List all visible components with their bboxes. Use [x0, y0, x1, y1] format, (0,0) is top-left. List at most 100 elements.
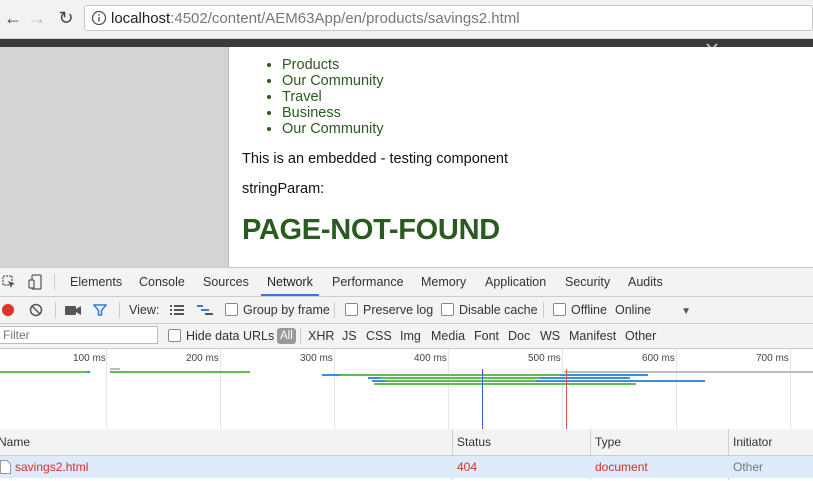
tab-sources[interactable]: Sources [197, 268, 255, 296]
separator [300, 328, 301, 344]
timeline-bar [386, 380, 536, 382]
timeline-gridline [790, 349, 791, 429]
page-heading: PAGE-NOT-FOUND [242, 214, 500, 246]
back-icon[interactable]: ← [2, 7, 24, 29]
request-type: document [595, 460, 648, 474]
tab-audits[interactable]: Audits [622, 268, 669, 296]
filter-type-other[interactable]: Other [625, 324, 656, 348]
filter-type-js[interactable]: JS [342, 324, 357, 348]
browser-toolbar: ← → ↻ localhost:4502/content/AEM63App/en… [0, 0, 813, 39]
camera-icon[interactable] [65, 305, 81, 316]
group-by-frame-label: Group by frame [243, 303, 330, 317]
load-event-marker [566, 369, 567, 429]
nav-item-travel[interactable]: Travel [282, 89, 384, 105]
devtools-panel: Elements Console Sources Network Perform… [0, 267, 813, 481]
nav-item-business[interactable]: Business [282, 105, 384, 121]
separator [54, 274, 55, 290]
filter-type-font[interactable]: Font [474, 324, 499, 348]
timeline-bar [87, 371, 90, 373]
hide-data-urls-checkbox[interactable]: Hide data URLs [168, 324, 274, 348]
filter-type-manifest[interactable]: Manifest [569, 324, 616, 348]
url-path: :4502/content/AEM63App/en/products/savin… [170, 10, 520, 27]
tick-label: 700 ms [756, 353, 789, 364]
nav-item-our-community-2[interactable]: Our Community [282, 121, 384, 137]
tab-performance[interactable]: Performance [326, 268, 410, 296]
filter-type-xhr[interactable]: XHR [308, 324, 334, 348]
timeline-gridline [334, 349, 335, 429]
timeline-gridline [220, 349, 221, 429]
tab-application[interactable]: Application [479, 268, 552, 296]
preserve-log-checkbox[interactable]: Preserve log [345, 297, 433, 323]
timeline-bar [564, 371, 813, 373]
filter-type-media[interactable]: Media [431, 324, 465, 348]
timeline-bar [110, 368, 120, 370]
timeline-bar [340, 374, 560, 376]
url-host: localhost [111, 10, 171, 27]
filter-icon[interactable] [93, 303, 107, 317]
group-by-frame-checkbox[interactable]: Group by frame [225, 297, 330, 323]
separator [543, 302, 544, 318]
inspect-element-icon[interactable] [2, 275, 16, 289]
request-table-header: Name Status Type Initiator [0, 429, 813, 456]
dom-content-loaded-marker [482, 369, 483, 429]
waterfall-icon[interactable] [197, 305, 213, 315]
column-type[interactable]: Type [595, 429, 621, 455]
request-name[interactable]: savings2.html [15, 456, 88, 478]
column-status[interactable]: Status [457, 429, 491, 455]
request-status: 404 [457, 460, 478, 474]
timeline-gridline [106, 349, 107, 429]
forward-icon[interactable]: → [26, 7, 48, 29]
view-label: View: [129, 303, 160, 317]
filter-type-doc[interactable]: Doc [508, 324, 530, 348]
column-name[interactable]: Name [0, 429, 30, 455]
timeline-bar [0, 371, 88, 373]
nav-item-products[interactable]: Products [282, 57, 384, 73]
tab-console[interactable]: Console [133, 268, 191, 296]
offline-checkbox[interactable]: Offline [553, 297, 607, 323]
tick-label: 500 ms [528, 353, 561, 364]
url-text[interactable]: localhost:4502/content/AEM63App/en/produ… [111, 10, 520, 27]
separator [55, 302, 56, 318]
tick-label: 300 ms [300, 353, 333, 364]
network-toolbar: View: Group by frame Preserve log Disabl… [0, 297, 813, 324]
device-toggle-icon[interactable] [28, 274, 42, 290]
address-bar[interactable]: localhost:4502/content/AEM63App/en/produ… [84, 5, 813, 31]
reload-icon[interactable]: ↻ [55, 7, 77, 29]
left-gutter [0, 47, 229, 267]
dropdown-arrow-icon: ▼ [681, 306, 692, 317]
tab-security[interactable]: Security [559, 268, 616, 296]
large-rows-icon[interactable] [170, 305, 184, 315]
record-icon[interactable] [1, 303, 15, 317]
string-param-label: stringParam: [242, 181, 325, 197]
tab-memory[interactable]: Memory [415, 268, 472, 296]
separator [334, 302, 335, 318]
throttle-select[interactable]: Online ▼ [615, 297, 691, 323]
filter-type-css[interactable]: CSS [366, 324, 392, 348]
page-content: Products Our Community Travel Business O… [229, 47, 813, 267]
tab-network[interactable]: Network [261, 268, 319, 296]
filter-type-all[interactable]: All [277, 328, 296, 344]
network-overview-timeline[interactable]: 100 ms 200 ms 300 ms 400 ms 500 ms 600 m… [0, 349, 813, 430]
devtools-tabbar: Elements Console Sources Network Perform… [0, 268, 813, 297]
nav-item-our-community[interactable]: Our Community [282, 73, 384, 89]
table-row[interactable]: savings2.html 404 document Other [0, 456, 813, 478]
timeline-bar [110, 371, 250, 373]
filter-input[interactable] [0, 326, 158, 344]
info-icon[interactable] [91, 10, 107, 26]
document-icon [0, 460, 11, 474]
tab-elements[interactable]: Elements [64, 268, 128, 296]
timeline-gridline [676, 349, 677, 429]
timeline-gridline [448, 349, 449, 429]
hide-data-urls-label: Hide data URLs [186, 329, 275, 343]
filter-type-ws[interactable]: WS [540, 324, 560, 348]
separator [119, 302, 120, 318]
disable-cache-checkbox[interactable]: Disable cache [441, 297, 538, 323]
filter-bar: Hide data URLs All XHR JS CSS Img Media … [0, 324, 813, 349]
tick-label: 200 ms [186, 353, 219, 364]
timeline-bar [374, 383, 636, 385]
filter-type-img[interactable]: Img [400, 324, 421, 348]
offline-label: Offline [571, 303, 607, 317]
clear-icon[interactable] [29, 303, 43, 317]
tick-label: 400 ms [414, 353, 447, 364]
column-initiator[interactable]: Initiator [733, 429, 772, 455]
